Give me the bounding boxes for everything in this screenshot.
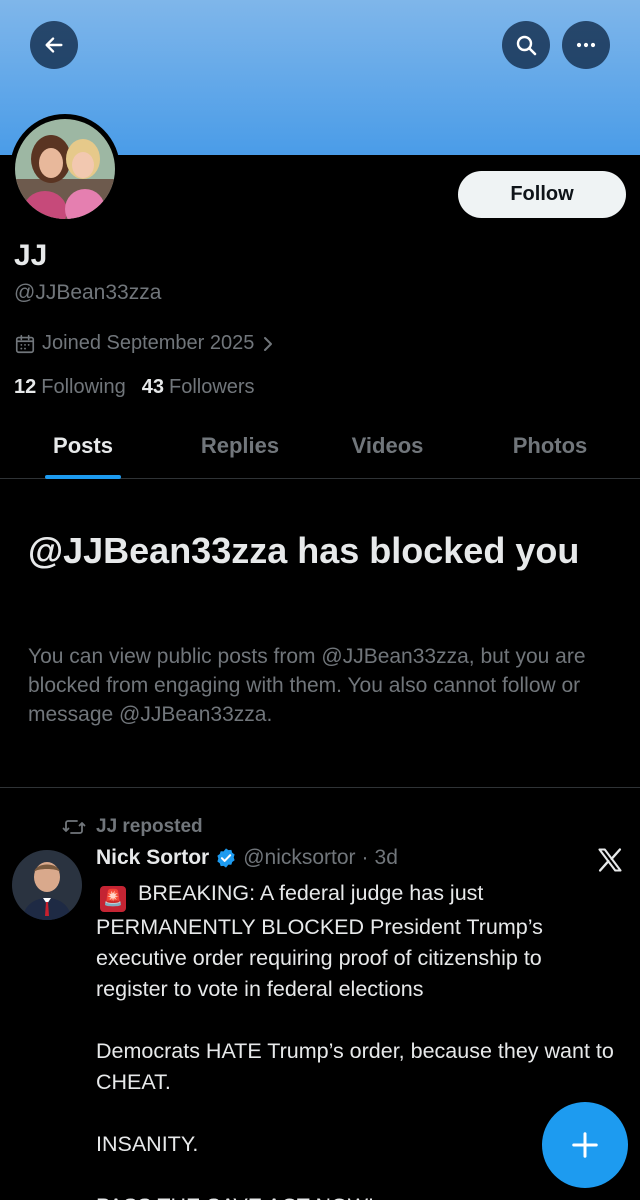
followers-count: 43 [141,376,164,398]
display-name: JJ [14,239,48,272]
back-button[interactable] [30,21,78,69]
blocked-description: You can view public posts from @JJBean33… [28,645,586,726]
calendar-icon [15,334,35,353]
following-count: 12 [14,376,37,398]
post-text-1: BREAKING: A federal judge has just PERMA… [96,881,543,1001]
search-button[interactable] [502,21,550,69]
post-separator: · [361,846,369,869]
post-paragraph: INSANITY. [96,1132,199,1156]
post-time[interactable]: 3d [375,846,398,870]
repost-label: JJ reposted [96,816,203,837]
arrow-left-icon [45,37,63,53]
followers-link[interactable]: 43 Followers [142,376,255,399]
profile-tabs: Posts Replies Videos Photos [0,413,640,479]
plus-icon [572,1132,598,1158]
following-link[interactable]: 12 Following [14,376,126,399]
profile-handle: @JJBean33zza [14,281,162,304]
author-handle[interactable]: @nicksortor [243,846,355,870]
avatar-photo [15,119,115,219]
profile-avatar[interactable] [10,114,120,224]
follow-stats: 12 Following 43 Followers [14,376,255,399]
author-avatar[interactable] [12,850,82,920]
repost-indicator[interactable]: JJ reposted [62,816,203,838]
blocked-title: @JJBean33zza has blocked you [28,530,580,571]
post-header: Nick Sortor @nicksortor · 3d [96,846,398,870]
tab-videos[interactable]: Videos [330,413,445,479]
siren-emoji-icon: 🚨 [100,886,126,912]
tab-replies[interactable]: Replies [180,413,300,479]
compose-button[interactable] [542,1102,628,1188]
post-paragraph: Democrats HATE Trump’s order, because th… [96,1039,614,1094]
chevron-right-icon [264,336,273,351]
tab-posts[interactable]: Posts [20,413,146,479]
divider [0,787,640,788]
author-photo [12,850,82,920]
author-name[interactable]: Nick Sortor [96,846,209,870]
following-label: Following [41,376,126,398]
search-icon [516,35,537,56]
post-body: 🚨 BREAKING: A federal judge has just PERM… [96,878,616,1200]
more-icon [576,42,596,48]
tab-photos[interactable]: Photos [490,413,610,479]
followers-label: Followers [168,376,255,398]
post-paragraph: 🚨 BREAKING: A federal judge has just PERM… [96,878,616,1005]
follow-button[interactable]: Follow [458,171,626,218]
verified-badge-icon [217,848,235,868]
joined-text: Joined September 2025 [42,332,255,354]
repost-icon [62,820,86,834]
joined-date[interactable]: Joined September 2025 [14,332,276,355]
x-logo-icon[interactable] [596,846,624,874]
post-paragraph: PASS THE SAVE ACT NOW! [96,1191,616,1200]
more-button[interactable] [562,21,610,69]
active-tab-indicator [45,475,121,479]
